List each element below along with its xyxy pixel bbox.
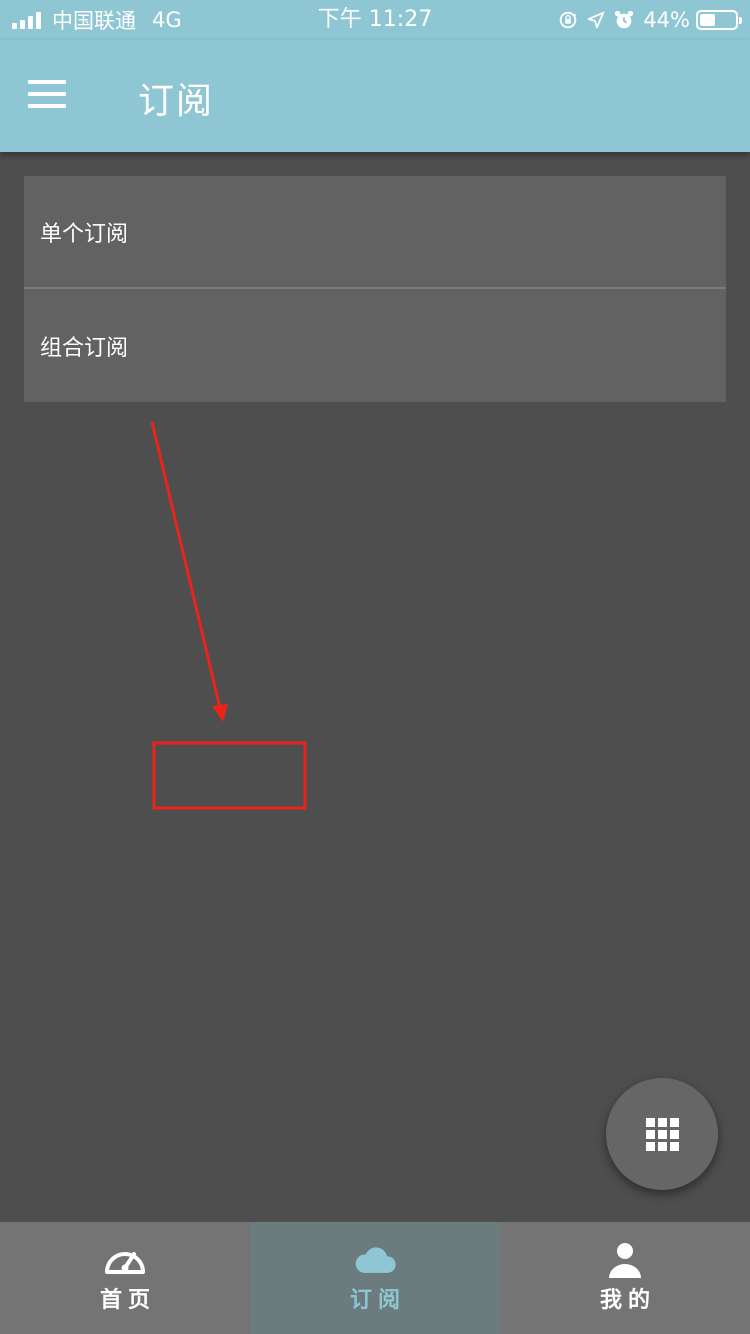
cloud-icon xyxy=(355,1247,396,1273)
person-icon xyxy=(609,1243,641,1278)
tab-label: 订阅 xyxy=(349,1288,406,1313)
tab-mine[interactable]: 我的 xyxy=(500,1222,750,1334)
annotation-arrowhead xyxy=(212,704,228,722)
status-bar: 中国联通 4G 下午 11:27 44% xyxy=(0,0,750,40)
annotation-arrow xyxy=(150,421,222,709)
battery-icon xyxy=(696,10,742,30)
alarm-icon xyxy=(615,10,634,29)
subscription-type-list: 单个订阅 组合订阅 xyxy=(24,176,726,402)
battery-fill xyxy=(700,14,715,26)
floating-action-button[interactable] xyxy=(606,1078,718,1190)
bottom-tab-bar: 首页 订阅 我的 xyxy=(0,1222,750,1334)
list-item-label: 单个订阅 xyxy=(40,221,129,247)
page-title: 订阅 xyxy=(138,81,215,122)
orientation-lock-icon xyxy=(560,11,577,29)
speedometer-icon xyxy=(105,1252,145,1274)
list-item-label: 组合订阅 xyxy=(40,335,129,361)
tab-label: 首页 xyxy=(99,1288,156,1313)
annotation-highlight-box xyxy=(152,741,307,810)
tab-home[interactable]: 首页 xyxy=(0,1222,250,1334)
grid-apps-icon xyxy=(646,1118,679,1151)
status-bar-right: 44% xyxy=(551,6,742,34)
list-item-combined-subscription[interactable]: 组合订阅 xyxy=(24,289,726,402)
hamburger-menu-icon[interactable] xyxy=(28,80,68,112)
tab-label: 我的 xyxy=(599,1288,656,1313)
tab-subscription[interactable]: 订阅 xyxy=(250,1222,500,1334)
battery-percent: 44% xyxy=(643,8,690,32)
list-item-single-subscription[interactable]: 单个订阅 xyxy=(24,176,726,289)
app-header: 订阅 xyxy=(0,40,750,152)
location-icon xyxy=(588,11,605,29)
